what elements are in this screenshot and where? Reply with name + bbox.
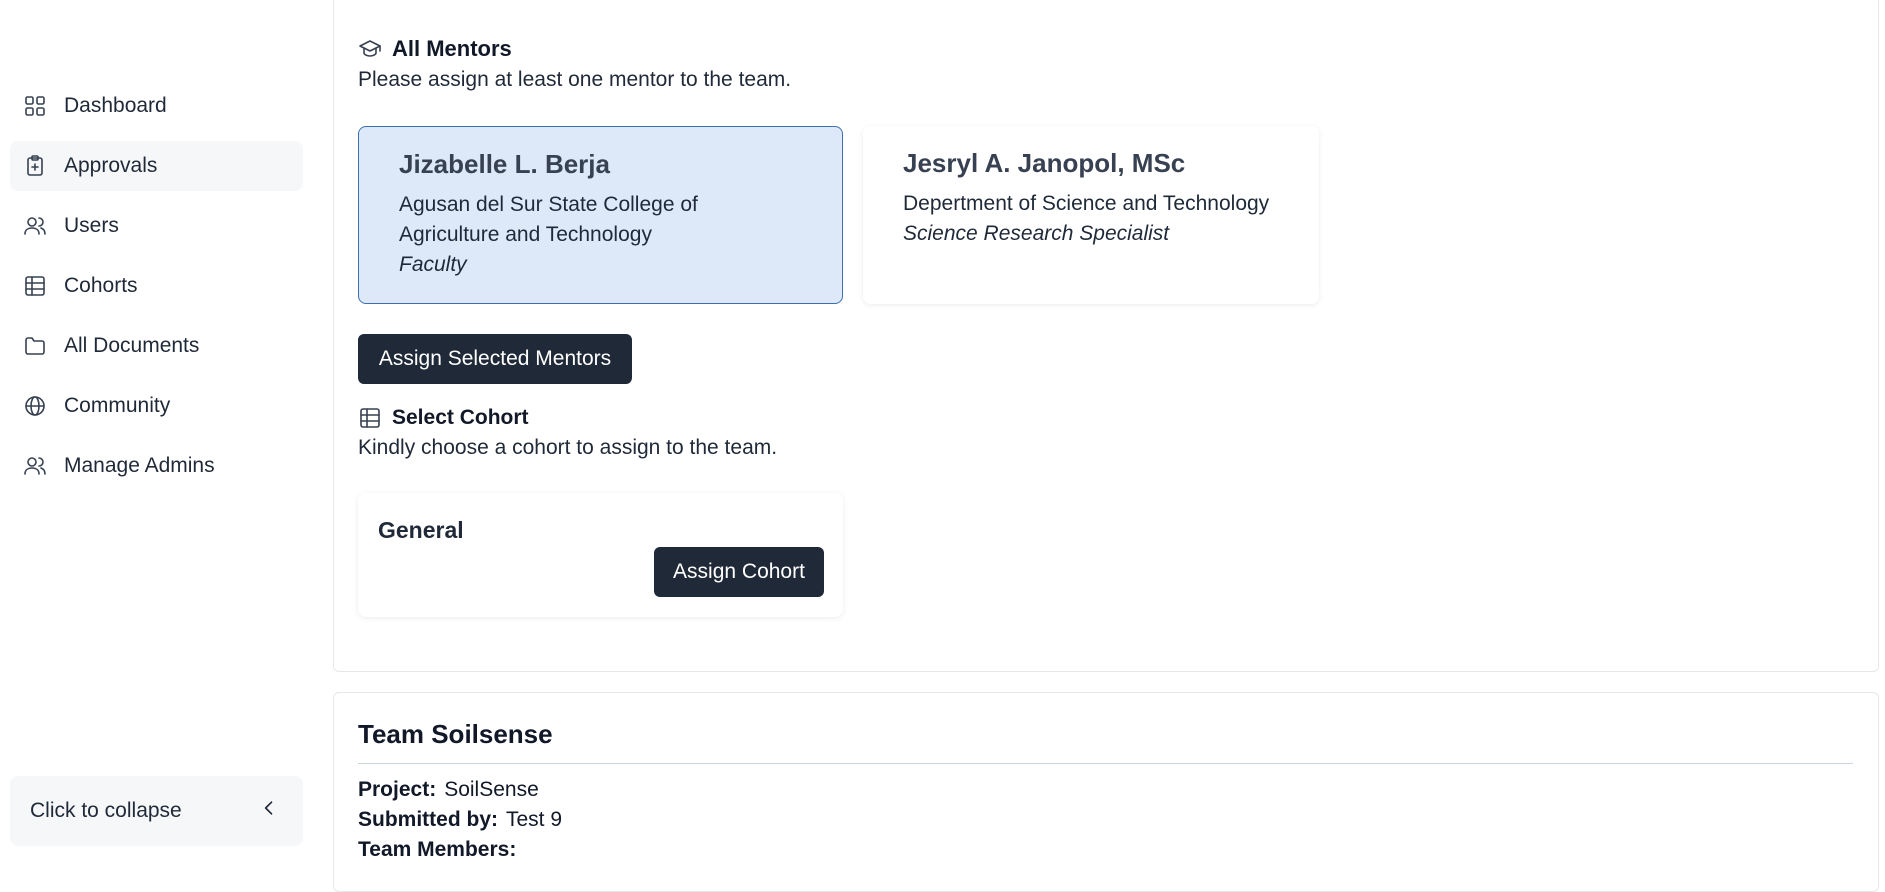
sidebar-item-label: Dashboard — [64, 94, 167, 117]
clipboard-plus-icon — [22, 153, 48, 179]
grid-icon — [22, 93, 48, 119]
project-field: Project: SoilSense — [358, 778, 539, 802]
team-members-field: Team Members: — [358, 838, 524, 862]
mentors-title: All Mentors — [392, 36, 512, 61]
collapse-label: Click to collapse — [30, 799, 182, 822]
project-label: Project: — [358, 778, 437, 801]
sidebar-item-label: Cohorts — [64, 274, 138, 297]
chevron-left-icon — [259, 798, 279, 824]
sidebar-item-users[interactable]: Users — [10, 201, 303, 251]
folder-icon — [22, 333, 48, 359]
sidebar-item-label: Approvals — [64, 154, 158, 177]
cohort-heading: Select Cohort — [358, 406, 529, 430]
divider — [358, 763, 1853, 764]
team-members-label: Team Members: — [358, 838, 517, 861]
cohort-name: General — [378, 517, 464, 543]
mentor-org: Depertment of Science and Technology — [903, 192, 1270, 215]
sidebar-item-label: Users — [64, 214, 119, 237]
sidebar-item-dashboard[interactable]: Dashboard — [10, 81, 303, 131]
assign-cohort-button[interactable]: Assign Cohort — [654, 547, 824, 597]
mentor-card[interactable]: Jizabelle L. Berja Agusan del Sur State … — [358, 126, 843, 304]
globe-icon — [22, 393, 48, 419]
sidebar-item-community[interactable]: Community — [10, 381, 303, 431]
sidebar-item-approvals[interactable]: Approvals — [10, 141, 303, 191]
mentors-heading: All Mentors — [358, 36, 512, 62]
users-icon — [22, 453, 48, 479]
table-icon — [22, 273, 48, 299]
mentor-name: Jizabelle L. Berja — [399, 149, 610, 179]
team-panel — [333, 692, 1879, 892]
sidebar-item-all-documents[interactable]: All Documents — [10, 321, 303, 371]
sidebar-item-label: Community — [64, 394, 171, 417]
sidebar-nav: Dashboard Approvals Users Cohorts All Do… — [10, 81, 303, 501]
cohort-subtitle: Kindly choose a cohort to assign to the … — [358, 436, 778, 459]
sidebar-item-label: Manage Admins — [64, 454, 215, 477]
mentor-org: Agriculture and Technology — [399, 223, 652, 246]
submitted-by-field: Submitted by: Test 9 — [358, 808, 562, 832]
collapse-sidebar-button[interactable]: Click to collapse — [10, 776, 303, 846]
users-icon — [22, 213, 48, 239]
sidebar-item-label: All Documents — [64, 334, 200, 357]
submitted-value: Test 9 — [506, 808, 563, 831]
sidebar: Dashboard Approvals Users Cohorts All Do… — [0, 0, 313, 854]
mentor-role: Faculty — [399, 253, 467, 276]
mentor-org: Agusan del Sur State College of — [399, 193, 698, 216]
mentors-subtitle: Please assign at least one mentor to the… — [358, 68, 792, 91]
cohort-card: General Assign Cohort — [358, 493, 843, 617]
assign-selected-mentors-button[interactable]: Assign Selected Mentors — [358, 334, 632, 384]
mentor-card[interactable]: Jesryl A. Janopol, MSc Depertment of Sci… — [863, 126, 1319, 304]
submitted-label: Submitted by: — [358, 808, 498, 831]
table-icon — [358, 406, 392, 430]
team-title: Team Soilsense — [358, 719, 553, 749]
cohort-title: Select Cohort — [392, 406, 529, 429]
graduation-cap-icon — [358, 37, 392, 61]
sidebar-item-manage-admins[interactable]: Manage Admins — [10, 441, 303, 491]
mentor-name: Jesryl A. Janopol, MSc — [903, 148, 1186, 178]
project-value: SoilSense — [444, 778, 539, 801]
sidebar-item-cohorts[interactable]: Cohorts — [10, 261, 303, 311]
mentor-role: Science Research Specialist — [903, 222, 1170, 245]
